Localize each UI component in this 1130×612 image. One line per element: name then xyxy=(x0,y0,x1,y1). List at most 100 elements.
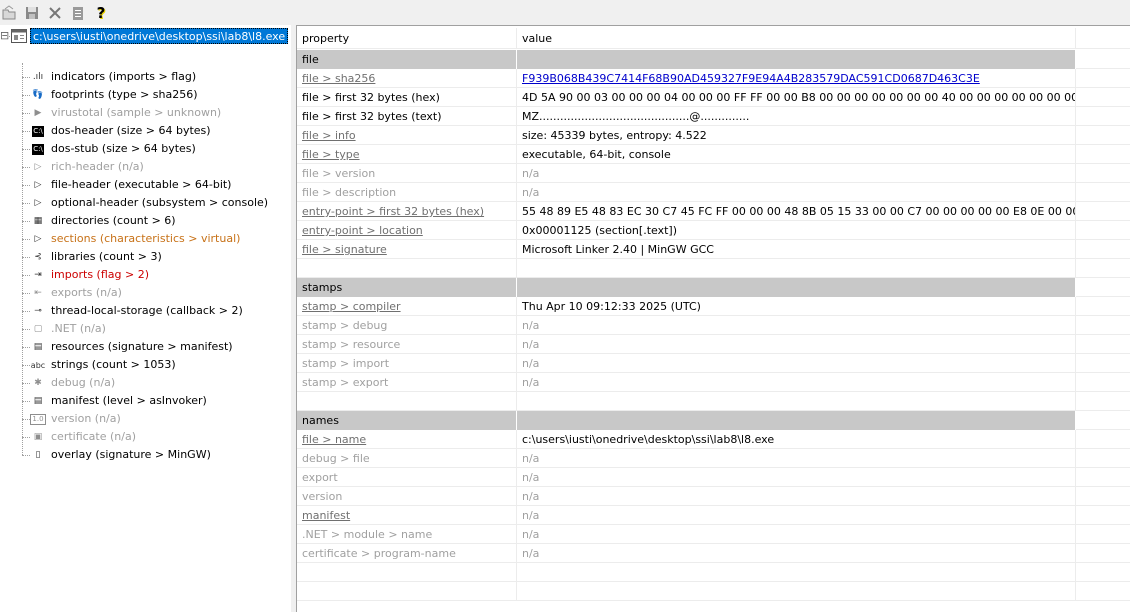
table-row[interactable]: file > signature Microsoft Linker 2.40 | … xyxy=(297,240,1130,259)
section-header-row: names xyxy=(297,411,1130,430)
value-cell xyxy=(517,582,1076,601)
table-row[interactable]: stamp > export n/a xyxy=(297,373,1130,392)
certificate-glyph: ▣ xyxy=(33,432,43,442)
property-cell: file > first 32 bytes (text) xyxy=(297,107,517,126)
tree-item-exports[interactable]: ⇤ exports (n/a) xyxy=(0,284,291,302)
tree-item-indicators[interactable]: .ılı indicators (imports > flag) xyxy=(0,68,291,86)
file-header-glyph: ▷ xyxy=(34,180,42,190)
imports-glyph: ⇥ xyxy=(34,270,42,280)
property-cell: manifest xyxy=(297,506,517,525)
tree-item-virustotal[interactable]: ▶ virustotal (sample > unknown) xyxy=(0,104,291,122)
tree-item-label: imports (flag > 2) xyxy=(51,268,149,281)
tree-item-label: virustotal (sample > unknown) xyxy=(51,106,222,119)
column-header-property[interactable]: property xyxy=(297,28,517,49)
tree-item-label: .NET (n/a) xyxy=(51,322,106,335)
tree-root-label[interactable]: c:\users\iusti\onedrive\desktop\ssi\lab8… xyxy=(30,28,289,44)
tree-item-overlay[interactable]: ▯ overlay (signature > MinGW) xyxy=(0,446,291,464)
tree-item-dos-header[interactable]: C:\ dos-header (size > 64 bytes) xyxy=(0,122,291,140)
value-cell: n/a xyxy=(517,164,1076,183)
table-row[interactable]: file > sha256 F939B068B439C7414F68B90AD45… xyxy=(297,69,1130,88)
table-row[interactable]: file > first 32 bytes (hex) 4D 5A 90 00 0… xyxy=(297,88,1130,107)
table-row[interactable]: stamp > compiler Thu Apr 10 09:12:33 2025… xyxy=(297,297,1130,316)
table-row[interactable]: file > type executable, 64-bit, console xyxy=(297,145,1130,164)
table-row[interactable]: .NET > module > name n/a xyxy=(297,525,1130,544)
tree-item-file-header[interactable]: ▷ file-header (executable > 64-bit) xyxy=(0,176,291,194)
tls-glyph: ⊸ xyxy=(34,306,42,316)
table-row[interactable]: stamp > resource n/a xyxy=(297,335,1130,354)
table-row[interactable]: file > info size: 45339 bytes, entropy: 4… xyxy=(297,126,1130,145)
section-header-row: stamps xyxy=(297,278,1130,297)
save-icon[interactable] xyxy=(23,4,41,22)
strings-glyph: abc xyxy=(30,360,46,370)
tree-item-rich-header[interactable]: ▷ rich-header (n/a) xyxy=(0,158,291,176)
property-cell: file > name xyxy=(297,430,517,449)
property-cell: stamp > resource xyxy=(297,335,517,354)
tree-item-strings[interactable]: abc strings (count > 1053) xyxy=(0,356,291,374)
blank-row xyxy=(297,563,1130,582)
table-row[interactable]: version n/a xyxy=(297,487,1130,506)
section-header-row: file xyxy=(297,50,1130,69)
value-cell: n/a xyxy=(517,449,1076,468)
footprints-icon: 👣 xyxy=(30,87,46,103)
table-row[interactable]: entry-point > location 0x00001125 (sectio… xyxy=(297,221,1130,240)
tree-view[interactable]: ⊟ c:\users\iusti\onedrive\desktop\ssi\la… xyxy=(0,25,291,612)
tree-item-label: overlay (signature > MinGW) xyxy=(51,448,211,461)
property-cell: file > info xyxy=(297,126,517,145)
tree-item-tls[interactable]: ⊸ thread-local-storage (callback > 2) xyxy=(0,302,291,320)
tree-item-optional-header[interactable]: ▷ optional-header (subsystem > console) xyxy=(0,194,291,212)
tree-item-sections[interactable]: ▷ sections (characteristics > virtual) xyxy=(0,230,291,248)
tree-item-dos-stub[interactable]: C:\ dos-stub (size > 64 bytes) xyxy=(0,140,291,158)
optional-header-icon: ▷ xyxy=(30,195,46,211)
table-row[interactable]: manifest n/a xyxy=(297,506,1130,525)
column-header-value[interactable]: value xyxy=(517,28,1076,49)
table-row[interactable]: file > description n/a xyxy=(297,183,1130,202)
table-row[interactable]: file > first 32 bytes (text) MZ..........… xyxy=(297,107,1130,126)
table-row[interactable]: debug > file n/a xyxy=(297,449,1130,468)
close-file-icon[interactable] xyxy=(46,4,64,22)
overlay-glyph: ▯ xyxy=(35,450,41,460)
value-cell: n/a xyxy=(517,373,1076,392)
table-row[interactable]: stamp > debug n/a xyxy=(297,316,1130,335)
value-cell: Thu Apr 10 09:12:33 2025 (UTC) xyxy=(517,297,1076,316)
value-cell: n/a xyxy=(517,183,1076,202)
section-title: names xyxy=(297,411,517,430)
indicators-glyph: .ılı xyxy=(32,72,44,82)
tree-item-libraries[interactable]: ⊰ libraries (count > 3) xyxy=(0,248,291,266)
tree-item-directories[interactable]: ▦ directories (count > 6) xyxy=(0,212,291,230)
table-row[interactable]: export n/a xyxy=(297,468,1130,487)
tree-item-resources[interactable]: ▤ resources (signature > manifest) xyxy=(0,338,291,356)
table-row[interactable]: entry-point > first 32 bytes (hex) 55 48 … xyxy=(297,202,1130,221)
clipboard-icon[interactable] xyxy=(69,4,87,22)
tree-item-imports[interactable]: ⇥ imports (flag > 2) xyxy=(0,266,291,284)
sections-icon: ▷ xyxy=(30,231,46,247)
table-row[interactable]: stamp > import n/a xyxy=(297,354,1130,373)
tree-item-label: rich-header (n/a) xyxy=(51,160,144,173)
exe-file-icon xyxy=(11,28,27,44)
collapse-icon[interactable]: ⊟ xyxy=(0,28,9,44)
tree-item-debug[interactable]: ✱ debug (n/a) xyxy=(0,374,291,392)
tree-item-label: thread-local-storage (callback > 2) xyxy=(51,304,243,317)
tree-item-footprints[interactable]: 👣 footprints (type > sha256) xyxy=(0,86,291,104)
property-cell: entry-point > first 32 bytes (hex) xyxy=(297,202,517,221)
tree-item-label: exports (n/a) xyxy=(51,286,122,299)
dos-stub-glyph: C:\ xyxy=(32,143,44,155)
tree-item-label: indicators (imports > flag) xyxy=(51,70,197,83)
tree-item-dotnet[interactable]: ▢ .NET (n/a) xyxy=(0,320,291,338)
optional-header-glyph: ▷ xyxy=(34,198,42,208)
exports-icon: ⇤ xyxy=(30,285,46,301)
help-icon[interactable]: ? xyxy=(92,4,110,22)
tree-item-version[interactable]: 1.0 version (n/a) xyxy=(0,410,291,428)
tree-item-certificate[interactable]: ▣ certificate (n/a) xyxy=(0,428,291,446)
value-cell: n/a xyxy=(517,316,1076,335)
tree-item-label: libraries (count > 3) xyxy=(51,250,162,263)
table-row[interactable]: certificate > program-name n/a xyxy=(297,544,1130,563)
property-cell xyxy=(297,582,517,601)
tree-item-manifest[interactable]: ▤ manifest (level > asInvoker) xyxy=(0,392,291,410)
table-row[interactable]: file > version n/a xyxy=(297,164,1130,183)
value-cell[interactable]: F939B068B439C7414F68B90AD459327F9E94A4B2… xyxy=(517,69,1076,88)
blank-row xyxy=(297,259,1130,278)
open-icon[interactable] xyxy=(0,4,18,22)
table-row[interactable]: file > name c:\users\iusti\onedrive\deskt… xyxy=(297,430,1130,449)
property-cell: .NET > module > name xyxy=(297,525,517,544)
manifest-glyph: ▤ xyxy=(33,396,43,406)
